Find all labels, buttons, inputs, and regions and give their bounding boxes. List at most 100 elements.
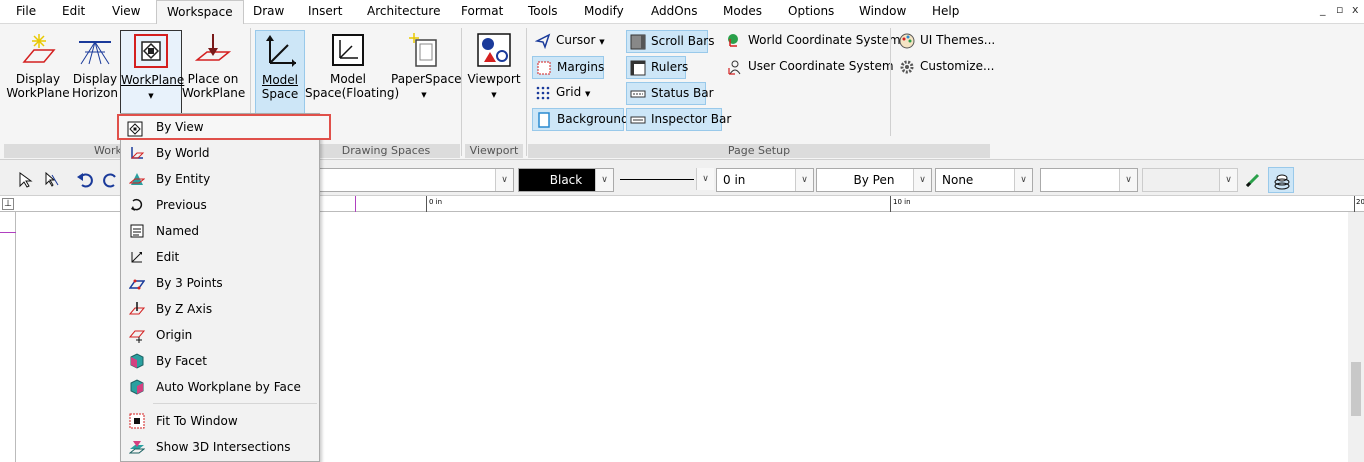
color-combo[interactable]: Black ∨ bbox=[518, 168, 614, 192]
menu-modes[interactable]: Modes bbox=[723, 4, 762, 18]
workplane-button[interactable]: WorkPlane ▼ bbox=[120, 30, 184, 114]
menu-workspace[interactable]: Workspace bbox=[156, 0, 244, 25]
menu-item-label: Show 3D Intersections bbox=[156, 440, 291, 454]
undo-icon[interactable] bbox=[76, 171, 94, 189]
menu-item-fit-to-window[interactable]: Fit To Window bbox=[121, 408, 319, 434]
menu-help[interactable]: Help bbox=[932, 4, 959, 18]
model-space-button[interactable]: Model Space bbox=[255, 30, 305, 114]
menu-architecture[interactable]: Architecture bbox=[367, 4, 440, 18]
menu-window[interactable]: Window bbox=[859, 4, 906, 18]
rulers-button[interactable]: Rulers bbox=[626, 56, 688, 79]
menu-modify[interactable]: Modify bbox=[584, 4, 624, 18]
chevron-down-icon[interactable]: ∨ bbox=[1119, 169, 1137, 191]
by-3-points-icon bbox=[129, 279, 145, 290]
menu-draw[interactable]: Draw bbox=[253, 4, 284, 18]
chevron-down-icon[interactable]: ∨ bbox=[696, 168, 714, 190]
chevron-down-icon[interactable]: ∨ bbox=[795, 169, 813, 191]
menu-file[interactable]: File bbox=[16, 4, 36, 18]
world-coordinate-system-button[interactable]: World Coordinate System bbox=[724, 30, 901, 53]
menu-item-by-z-axis[interactable]: By Z Axis bbox=[121, 296, 319, 322]
grid-label: Grid bbox=[556, 85, 582, 99]
inspector-bar-label: Inspector Bar bbox=[651, 112, 732, 126]
chevron-down-icon[interactable]: ∨ bbox=[1014, 169, 1032, 191]
ui-themes-button[interactable]: UI Themes... bbox=[896, 30, 995, 53]
pen-combo[interactable]: By Pen ∨ bbox=[816, 168, 932, 192]
display-horizon-button[interactable]: Display Horizon bbox=[70, 30, 120, 114]
pen-value: By Pen bbox=[853, 173, 895, 187]
menu-addons[interactable]: AddOns bbox=[651, 4, 698, 18]
vertical-ruler[interactable] bbox=[0, 212, 16, 462]
workplane-icon bbox=[134, 34, 168, 68]
cursor-label: Cursor bbox=[556, 33, 596, 47]
display-workplane-button[interactable]: Display WorkPlane bbox=[6, 30, 70, 114]
chevron-down-icon[interactable]: ∨ bbox=[595, 169, 613, 191]
select-node-icon[interactable] bbox=[42, 171, 60, 189]
menu-edit[interactable]: Edit bbox=[62, 4, 85, 18]
user-coordinate-system-button[interactable]: User Coordinate System bbox=[724, 56, 894, 79]
menu-item-by-entity[interactable]: By Entity bbox=[121, 166, 319, 192]
menu-view[interactable]: View bbox=[112, 4, 140, 18]
display-workplane-icon bbox=[22, 34, 56, 63]
auto-workplane-by-face-icon bbox=[130, 379, 144, 395]
menu-insert[interactable]: Insert bbox=[308, 4, 342, 18]
menu-item-named[interactable]: Named bbox=[121, 218, 319, 244]
scrollbar-thumb[interactable] bbox=[1351, 362, 1361, 416]
menu-options[interactable]: Options bbox=[788, 4, 834, 18]
layer-combo[interactable]: ∨ bbox=[318, 168, 514, 192]
gear-icon bbox=[900, 60, 914, 74]
customize-button[interactable]: Customize... bbox=[896, 56, 994, 79]
menu-format[interactable]: Format bbox=[461, 4, 503, 18]
minimize-button[interactable]: _ bbox=[1320, 3, 1326, 16]
menu-item-by-3-points[interactable]: By 3 Points bbox=[121, 270, 319, 296]
pattern-combo[interactable]: ∨ bbox=[1040, 168, 1138, 192]
line-style-combo[interactable]: ∨ bbox=[616, 168, 714, 192]
user-cs-label: User Coordinate System bbox=[748, 59, 894, 73]
menu-item-show-3d-intersections[interactable]: Show 3D Intersections bbox=[121, 434, 319, 460]
ruler-tick-major bbox=[426, 196, 427, 212]
layers-toggle-button[interactable] bbox=[1268, 167, 1294, 193]
grid-button[interactable]: Grid ▼ bbox=[532, 82, 590, 105]
scroll-bars-button[interactable]: Scroll Bars bbox=[626, 30, 714, 53]
paperspace-dropdown-caret: ▼ bbox=[421, 91, 427, 99]
restore-button[interactable]: ▫ bbox=[1336, 3, 1343, 16]
grid-caret: ▼ bbox=[585, 90, 591, 98]
background-icon bbox=[538, 112, 550, 128]
menu-item-by-view[interactable]: By View bbox=[117, 114, 331, 140]
background-button[interactable]: Background bbox=[532, 108, 629, 131]
vertical-scrollbar[interactable] bbox=[1348, 212, 1364, 462]
thickness-combo[interactable]: 0 in ∨ bbox=[716, 168, 814, 192]
select-arrow-icon[interactable] bbox=[16, 171, 34, 189]
by-entity-icon bbox=[129, 173, 145, 185]
margins-button[interactable]: Margins bbox=[532, 56, 604, 79]
close-button[interactable]: x bbox=[1352, 3, 1359, 16]
redo-icon[interactable] bbox=[102, 171, 120, 189]
chevron-down-icon[interactable]: ∨ bbox=[913, 169, 931, 191]
menu-tools[interactable]: Tools bbox=[528, 4, 558, 18]
paperspace-button[interactable]: PaperSpace ▼ bbox=[391, 30, 462, 114]
menu-item-by-world[interactable]: By World bbox=[121, 140, 319, 166]
model-space-floating-button[interactable]: Model Space(Floating) bbox=[305, 30, 399, 114]
ruler-label-20: 20 bbox=[1356, 198, 1364, 206]
model-space-floating-label-2: Space(Floating) bbox=[305, 86, 400, 100]
inspector-bar-button[interactable]: Inspector Bar bbox=[626, 108, 731, 131]
previous-icon bbox=[131, 198, 143, 211]
model-space-floating-label-1: Model bbox=[329, 72, 367, 86]
ruler-origin-icon[interactable]: ⊥ bbox=[2, 198, 14, 210]
menu-item-origin[interactable]: Origin bbox=[121, 322, 319, 348]
place-on-workplane-button[interactable]: Place on WorkPlane bbox=[182, 30, 245, 114]
viewport-button[interactable]: Viewport ▼ bbox=[466, 30, 522, 114]
menu-item-by-facet[interactable]: By Facet bbox=[121, 348, 319, 374]
workplane-dropdown-menu: By View By World By Entity Previous Name… bbox=[117, 113, 331, 462]
eyedropper-icon[interactable] bbox=[1244, 171, 1262, 189]
menu-item-previous[interactable]: Previous bbox=[121, 192, 319, 218]
menu-item-auto-workplane-by-face[interactable]: Auto Workplane by Face bbox=[121, 374, 319, 400]
menu-item-edit[interactable]: Edit bbox=[121, 244, 319, 270]
viewport-icon bbox=[477, 33, 511, 67]
cursor-position-marker bbox=[0, 232, 16, 233]
customize-label: Customize... bbox=[920, 59, 995, 73]
chevron-down-icon[interactable]: ∨ bbox=[495, 169, 513, 191]
status-bar-button[interactable]: Status Bar bbox=[626, 82, 714, 105]
fill-combo[interactable]: None ∨ bbox=[935, 168, 1033, 192]
cursor-button[interactable]: Cursor ▼ bbox=[532, 30, 605, 53]
cursor-icon bbox=[535, 33, 551, 49]
